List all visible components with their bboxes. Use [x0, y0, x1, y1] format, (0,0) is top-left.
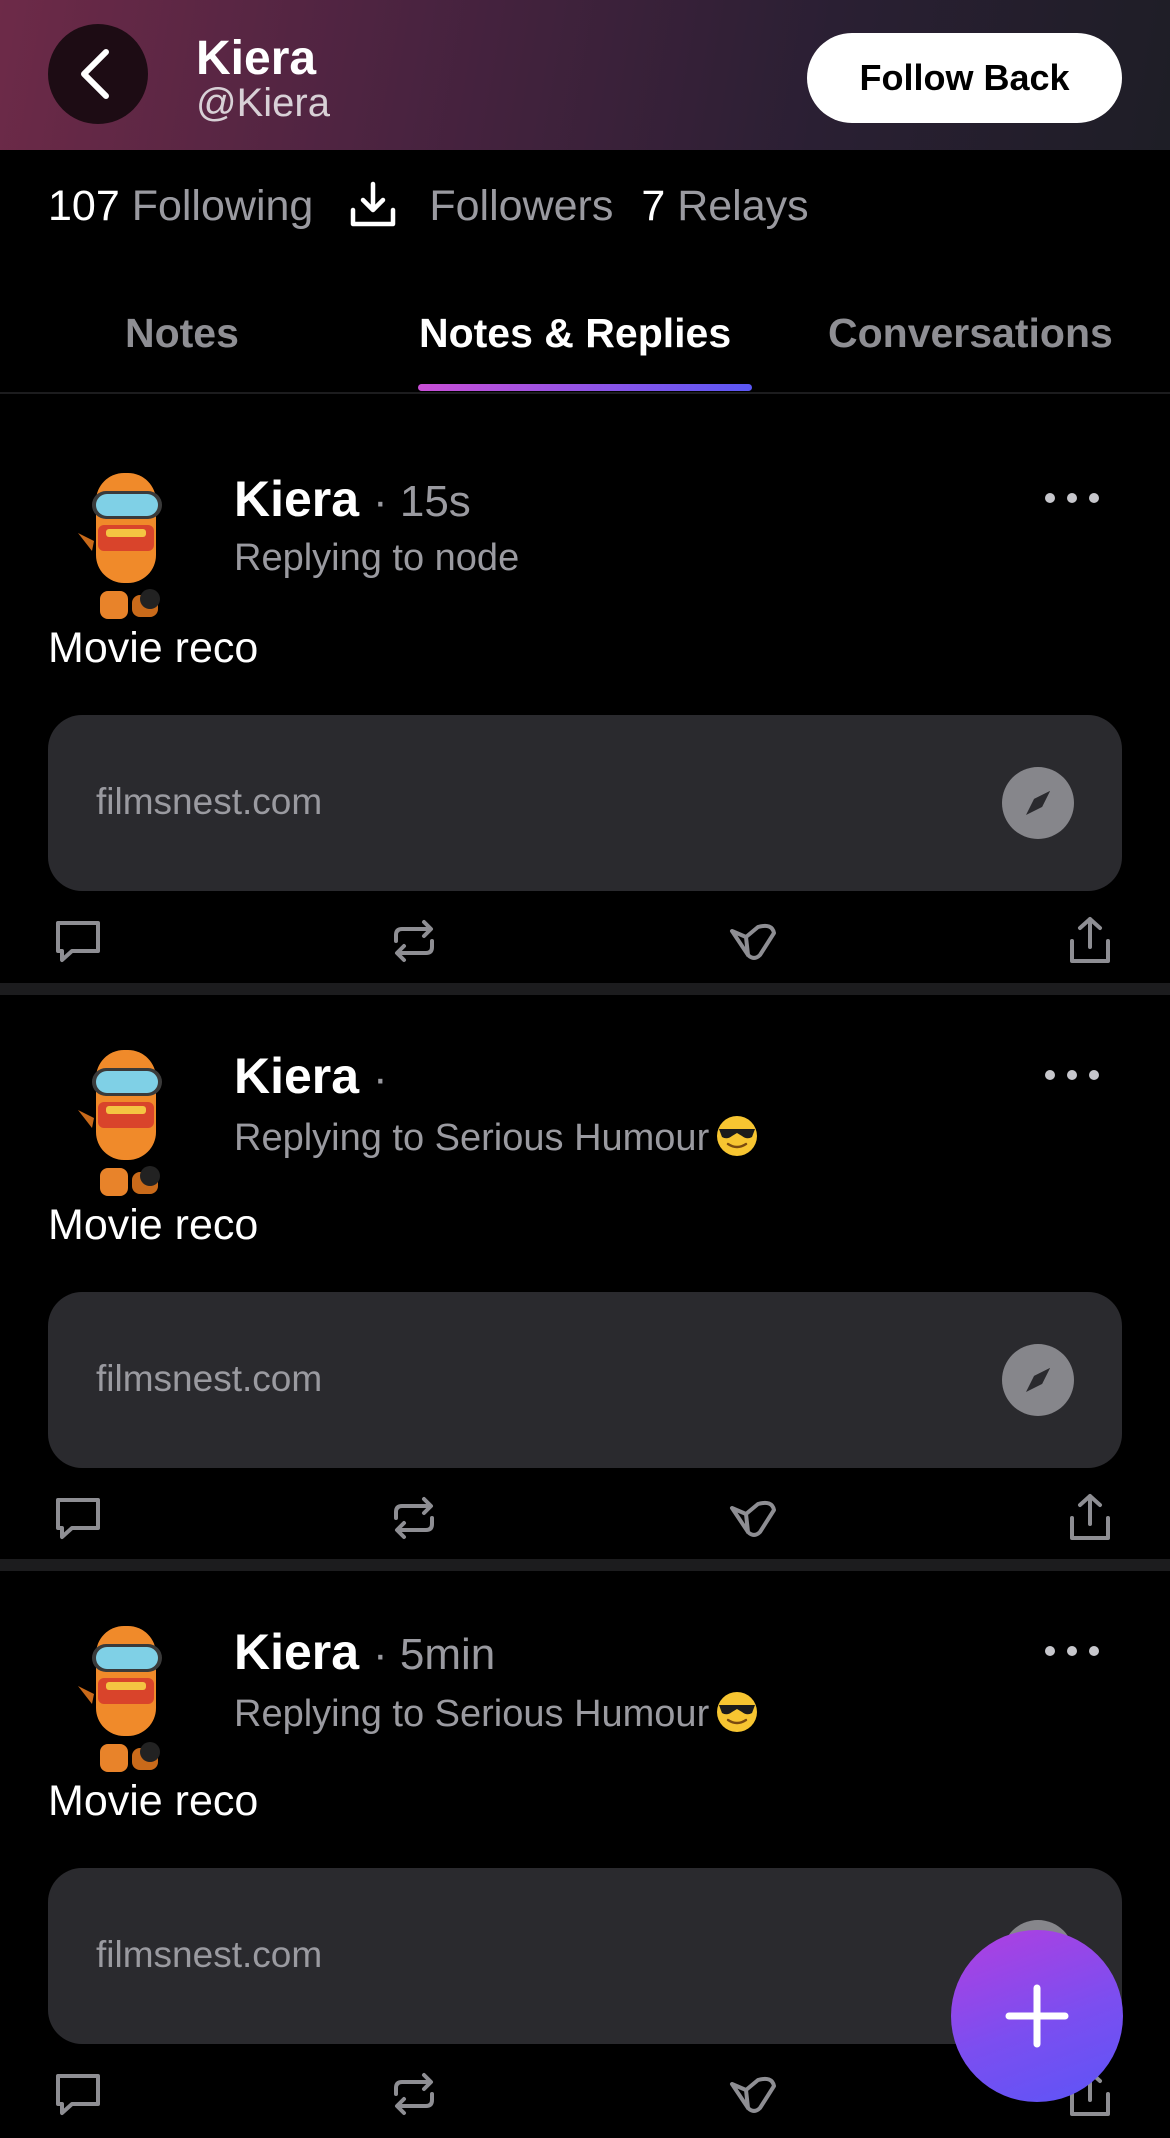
- relays-count: 7: [641, 181, 666, 230]
- author-line: Kiera · 5min: [234, 1624, 495, 1683]
- author-line: Kiera · 15s: [234, 471, 471, 530]
- sunglasses-emoji-icon: [715, 1114, 759, 1158]
- link-preview[interactable]: filmsnest.com: [48, 1292, 1122, 1468]
- note-time: · 15s: [372, 477, 471, 526]
- note-time: · 5min: [372, 1630, 496, 1679]
- compass-icon: [1002, 1344, 1074, 1416]
- compose-button[interactable]: [951, 1930, 1123, 2102]
- download-icon[interactable]: [345, 178, 401, 234]
- tab-notes-replies[interactable]: Notes & Replies: [419, 310, 731, 357]
- replying-text[interactable]: Replying to Serious Humour: [234, 1117, 709, 1159]
- share-icon[interactable]: [1062, 913, 1118, 969]
- more-icon[interactable]: [1040, 483, 1104, 513]
- author-name[interactable]: Kiera: [234, 471, 359, 527]
- replying-text[interactable]: Replying to node: [234, 537, 519, 579]
- note-actions: [0, 913, 1170, 973]
- compass-icon: [1002, 767, 1074, 839]
- author-name[interactable]: Kiera: [234, 1048, 359, 1104]
- following-count: 107: [48, 181, 120, 230]
- repost-icon[interactable]: [386, 2066, 442, 2122]
- author-line: Kiera ·: [234, 1048, 388, 1107]
- reply-icon[interactable]: [50, 913, 106, 969]
- reply-icon[interactable]: [50, 1490, 106, 1546]
- relays-label: Relays: [677, 181, 809, 230]
- note-card[interactable]: Kiera · 15s Replying to node Movie reco …: [0, 413, 1170, 979]
- relays-stat[interactable]: 7 Relays: [641, 182, 808, 231]
- profile-stats: 107 Following Followers 7 Relays: [48, 176, 809, 236]
- following-stat[interactable]: 107 Following: [48, 182, 313, 231]
- zap-icon[interactable]: [724, 913, 780, 969]
- replying-to: Replying to Serious Humour: [234, 1114, 759, 1160]
- link-url: filmsnest.com: [96, 1934, 323, 1975]
- zap-icon[interactable]: [724, 1490, 780, 1546]
- zap-icon[interactable]: [724, 2066, 780, 2122]
- note-text: Movie reco: [48, 1201, 259, 1249]
- share-icon[interactable]: [1062, 1490, 1118, 1546]
- note-time: ·: [372, 1054, 388, 1103]
- more-icon[interactable]: [1040, 1636, 1104, 1666]
- link-url: filmsnest.com: [96, 781, 323, 822]
- reply-icon[interactable]: [50, 2066, 106, 2122]
- link-url: filmsnest.com: [96, 1358, 323, 1399]
- profile-name: Kiera: [196, 32, 317, 85]
- plus-icon: [1005, 1984, 1069, 2048]
- profile-tabs: Notes Notes & Replies Conversations: [0, 290, 1170, 394]
- follow-back-button[interactable]: Follow Back: [807, 33, 1122, 123]
- replying-to: Replying to Serious Humour: [234, 1690, 759, 1736]
- profile-handle: @Kiera: [196, 81, 330, 125]
- tab-notes[interactable]: Notes: [125, 310, 239, 357]
- active-tab-indicator: [418, 384, 752, 391]
- profile-header: Kiera @Kiera Follow Back: [0, 0, 1170, 150]
- back-arrow-icon: [81, 49, 109, 99]
- author-avatar[interactable]: [48, 463, 208, 623]
- link-preview[interactable]: filmsnest.com: [48, 715, 1122, 891]
- followers-label[interactable]: Followers: [429, 182, 613, 231]
- replying-text[interactable]: Replying to Serious Humour: [234, 1693, 709, 1735]
- note-actions: [0, 1490, 1170, 1550]
- note-text: Movie reco: [48, 624, 259, 672]
- author-avatar[interactable]: [48, 1616, 208, 1776]
- author-name[interactable]: Kiera: [234, 1624, 359, 1680]
- author-avatar[interactable]: [48, 1040, 208, 1200]
- note-text: Movie reco: [48, 1777, 259, 1825]
- sunglasses-emoji-icon: [715, 1690, 759, 1734]
- more-icon[interactable]: [1040, 1060, 1104, 1090]
- tab-conversations[interactable]: Conversations: [828, 310, 1113, 357]
- replying-to: Replying to node: [234, 537, 519, 580]
- repost-icon[interactable]: [386, 913, 442, 969]
- following-label: Following: [131, 181, 314, 230]
- repost-icon[interactable]: [386, 1490, 442, 1546]
- note-card[interactable]: Kiera · Replying to Serious Humour Movie…: [0, 990, 1170, 1556]
- back-button[interactable]: [48, 24, 148, 124]
